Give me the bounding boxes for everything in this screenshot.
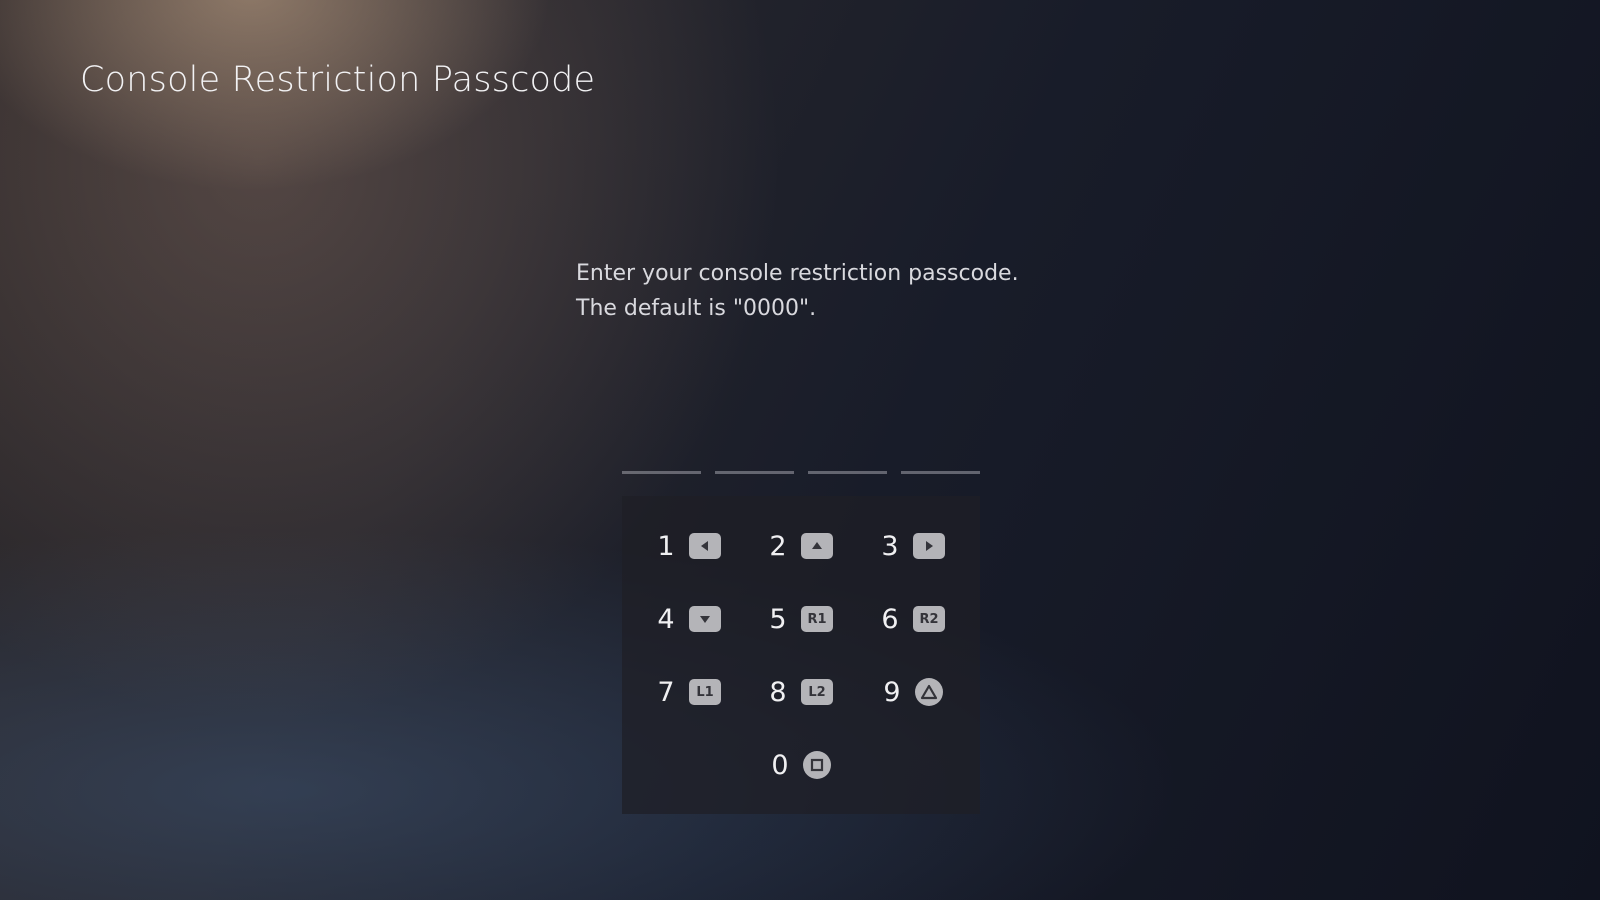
key-digit: 5 <box>769 603 787 635</box>
keypad-key-5[interactable]: 5 R1 <box>746 595 856 643</box>
instruction-line-2: The default is "0000". <box>576 296 817 321</box>
keypad-key-2[interactable]: 2 <box>746 522 856 570</box>
r1-button-icon: R1 <box>801 606 833 632</box>
numeric-keypad: 1 2 3 4 5 R1 6 R2 7 L1 8 L2 9 0 <box>622 496 980 814</box>
page-title: Console Restriction Passcode <box>80 60 596 100</box>
dpad-down-icon <box>689 606 721 632</box>
key-digit: 8 <box>769 676 787 708</box>
keypad-key-4[interactable]: 4 <box>634 595 744 643</box>
key-digit: 2 <box>769 530 787 562</box>
instruction-text: Enter your console restriction passcode.… <box>576 256 1019 326</box>
keypad-key-3[interactable]: 3 <box>858 522 968 570</box>
passcode-slot-1 <box>622 471 701 474</box>
key-digit: 9 <box>883 676 901 708</box>
key-digit: 4 <box>657 603 675 635</box>
dpad-up-icon <box>801 533 833 559</box>
passcode-input[interactable] <box>622 471 980 474</box>
square-button-icon <box>803 751 831 779</box>
key-digit: 6 <box>881 603 899 635</box>
keypad-key-0[interactable]: 0 <box>746 741 856 789</box>
keypad-key-7[interactable]: 7 L1 <box>634 668 744 716</box>
l2-button-icon: L2 <box>801 679 833 705</box>
triangle-button-icon <box>915 678 943 706</box>
key-digit: 0 <box>771 749 789 781</box>
keypad-key-1[interactable]: 1 <box>634 522 744 570</box>
passcode-slot-2 <box>715 471 794 474</box>
dpad-left-icon <box>689 533 721 559</box>
passcode-slot-4 <box>901 471 980 474</box>
r2-button-icon: R2 <box>913 606 945 632</box>
key-digit: 1 <box>657 530 675 562</box>
passcode-slot-3 <box>808 471 887 474</box>
instruction-line-1: Enter your console restriction passcode. <box>576 261 1019 286</box>
keypad-key-9[interactable]: 9 <box>858 668 968 716</box>
key-digit: 7 <box>657 676 675 708</box>
keypad-key-6[interactable]: 6 R2 <box>858 595 968 643</box>
key-digit: 3 <box>881 530 899 562</box>
dpad-right-icon <box>913 533 945 559</box>
keypad-key-8[interactable]: 8 L2 <box>746 668 856 716</box>
l1-button-icon: L1 <box>689 679 721 705</box>
